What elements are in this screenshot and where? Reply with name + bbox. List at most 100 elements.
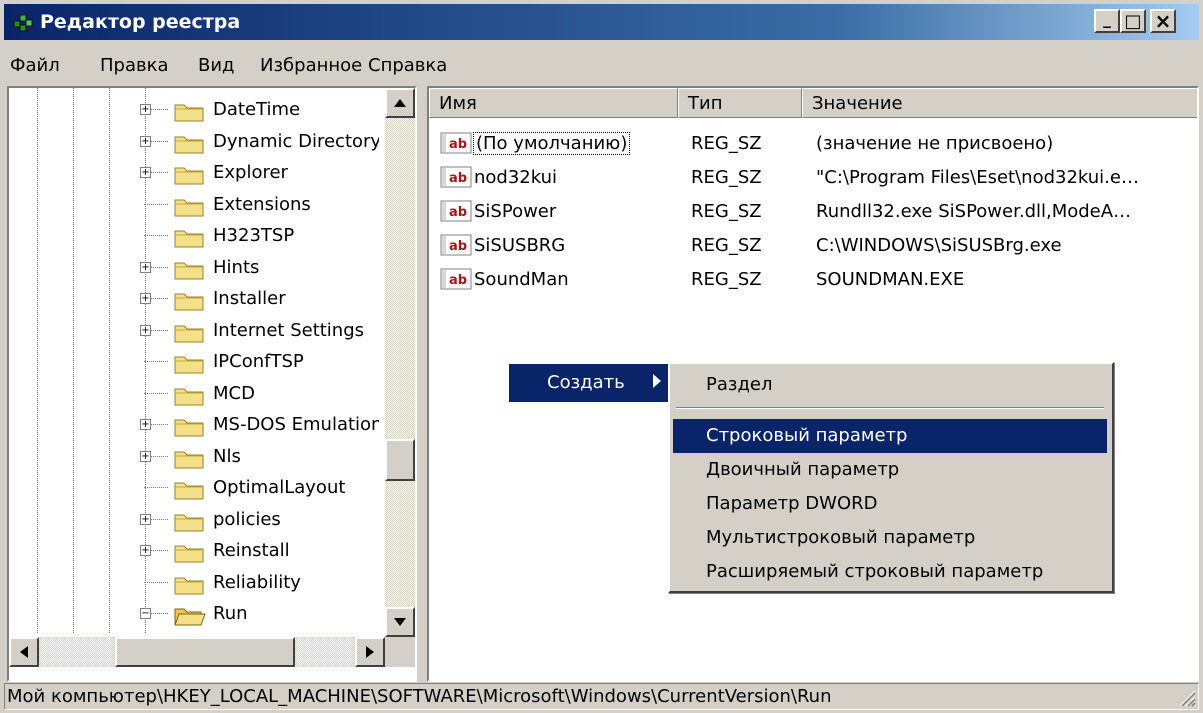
tree-item[interactable]: OptimalLayout	[9, 472, 379, 504]
tree-connector	[144, 235, 168, 236]
tree-item[interactable]: + Installer	[9, 283, 379, 315]
svg-text:ab: ab	[449, 239, 467, 254]
tree-item-label: Nls	[213, 445, 241, 467]
tree-connector	[144, 581, 168, 583]
menu-view[interactable]: Вид	[198, 55, 235, 76]
hscroll-thumb[interactable]	[115, 637, 295, 667]
menu-separator	[676, 407, 1104, 409]
tree-item-label: MCD	[213, 382, 255, 404]
tree-item[interactable]: IPConfTSP	[9, 346, 379, 378]
folder-icon	[174, 514, 204, 531]
key-tree: + DateTime + Dynamic Directory + Explorer Exte…	[9, 88, 379, 633]
value-name: SiSPower	[474, 201, 557, 222]
menu-item-string-value[interactable]: Строковый параметр	[673, 419, 1107, 453]
menu-item-expandable-string-value[interactable]: Расширяемый строковый параметр	[673, 555, 1107, 589]
menu-edit[interactable]: Правка	[100, 55, 169, 76]
string-value-icon: ab	[440, 166, 472, 188]
tree-item[interactable]: + Explorer	[9, 157, 379, 189]
resize-grip-icon[interactable]	[1176, 687, 1196, 707]
scroll-down-button[interactable]	[385, 607, 415, 637]
key-tree-pane[interactable]: + DateTime + Dynamic Directory + Explorer Exte…	[7, 86, 417, 682]
tree-item[interactable]: Reliability	[9, 567, 379, 599]
close-button[interactable]: ×	[1150, 9, 1176, 33]
value-row[interactable]: ab SiSUSBRG REG_SZ C:\WINDOWS\SiSUSBrg.exe	[429, 230, 1197, 262]
tree-item[interactable]: + DateTime	[9, 94, 379, 126]
expand-toggle-icon[interactable]: +	[140, 545, 151, 556]
tree-item[interactable]: + Hints	[9, 252, 379, 284]
expand-toggle-icon[interactable]: +	[140, 513, 151, 525]
expand-toggle-icon[interactable]: +	[140, 324, 151, 336]
menu-item-key[interactable]: Раздел	[673, 368, 1107, 402]
string-value-icon: ab	[440, 234, 472, 256]
expand-toggle-icon[interactable]: +	[140, 450, 151, 462]
folder-icon	[174, 230, 204, 248]
folder-icon	[174, 136, 204, 153]
status-bar: Мой компьютер\HKEY_LOCAL_MACHINE\SOFTWAR…	[4, 683, 1199, 710]
value-row[interactable]: ab nod32kui REG_SZ "C:\Program Files\Eset\n…	[429, 162, 1197, 194]
collapse-toggle-icon[interactable]: −	[140, 608, 151, 619]
expand-toggle-icon[interactable]: +	[140, 167, 151, 178]
tree-item-label: Hints	[213, 256, 260, 278]
tree-item[interactable]: + Reinstall	[9, 535, 379, 567]
scroll-left-button[interactable]	[9, 637, 39, 667]
tree-item-label: DateTime	[213, 99, 301, 120]
value-type: REG_SZ	[691, 167, 762, 188]
status-path: Мой компьютер\HKEY_LOCAL_MACHINE\SOFTWAR…	[7, 686, 832, 707]
tree-item[interactable]: + MS-DOS Emulation	[9, 409, 379, 441]
tree-item-label: IPConfTSP	[213, 351, 304, 372]
expand-toggle-icon[interactable]: +	[140, 104, 151, 115]
folder-icon	[174, 199, 204, 216]
column-header-name[interactable]: Имя	[429, 88, 678, 118]
tree-item[interactable]: H323TSP	[9, 220, 379, 252]
folder-icon	[174, 356, 204, 374]
expand-toggle-icon[interactable]: +	[140, 419, 151, 430]
value-row[interactable]: ab SiSPower REG_SZ Rundll32.exe SiSPower.dl…	[429, 196, 1197, 228]
open-folder-icon	[174, 608, 206, 626]
minimize-button[interactable]: _	[1094, 9, 1120, 33]
tree-horizontal-scrollbar[interactable]	[9, 637, 385, 667]
tree-item[interactable]: + Internet Settings	[9, 315, 379, 347]
close-icon: ×	[1154, 9, 1172, 33]
title-bar[interactable]: Редактор реестра _ □ ×	[4, 4, 1199, 40]
tree-item[interactable]: − Run	[9, 598, 379, 630]
menu-item-label: Параметр DWORD	[706, 493, 878, 514]
menu-item-label: Строковый параметр	[706, 425, 908, 446]
value-name: SiSUSBRG	[474, 235, 566, 256]
folder-icon	[174, 545, 204, 563]
scroll-right-button[interactable]	[355, 637, 385, 667]
registry-editor-icon	[13, 14, 33, 32]
column-header-type[interactable]: Тип	[678, 88, 802, 118]
expand-toggle-icon[interactable]: +	[140, 293, 151, 304]
expand-toggle-icon[interactable]: +	[140, 261, 151, 273]
scroll-up-button[interactable]	[385, 88, 415, 118]
value-type: REG_SZ	[691, 201, 762, 222]
context-menu-create[interactable]: Создать	[509, 364, 669, 402]
value-data: C:\WINDOWS\SiSUSBrg.exe	[816, 235, 1062, 256]
tree-vertical-scrollbar[interactable]	[385, 88, 415, 637]
folder-icon	[174, 293, 204, 311]
tree-item[interactable]: + policies	[9, 504, 379, 536]
tree-item[interactable]: + Dynamic Directory	[9, 126, 379, 158]
maximize-button[interactable]: □	[1120, 9, 1146, 33]
tree-item[interactable]: + Nls	[9, 441, 379, 473]
value-row[interactable]: ab (По умолчанию) REG_SZ (значение не присв…	[429, 128, 1197, 160]
menu-item-label: Двоичный параметр	[706, 459, 900, 480]
menu-item-multi-string-value[interactable]: Мультистроковый параметр	[673, 521, 1107, 555]
maximize-icon: □	[1124, 10, 1142, 32]
column-header-value[interactable]: Значение	[802, 88, 1197, 118]
tree-item-label: Reliability	[213, 571, 301, 593]
menu-item-dword-value[interactable]: Параметр DWORD	[673, 487, 1107, 521]
create-submenu: Раздел Строковый параметр Двоичный парам…	[668, 362, 1114, 593]
tree-item[interactable]: MCD	[9, 378, 379, 410]
menu-help[interactable]: Справка	[368, 55, 447, 76]
menu-favorites[interactable]: Избранное	[260, 55, 362, 76]
tree-connector	[144, 392, 168, 394]
menu-file[interactable]: Файл	[10, 55, 60, 76]
value-row[interactable]: ab SoundMan REG_SZ SOUNDMAN.EXE	[429, 264, 1197, 296]
expand-toggle-icon[interactable]: +	[140, 135, 151, 147]
tree-item[interactable]: Extensions	[9, 189, 379, 221]
value-name: (По умолчанию)	[472, 132, 631, 155]
menu-item-binary-value[interactable]: Двоичный параметр	[673, 453, 1107, 487]
scroll-thumb[interactable]	[385, 439, 415, 481]
tree-connector	[144, 203, 168, 205]
